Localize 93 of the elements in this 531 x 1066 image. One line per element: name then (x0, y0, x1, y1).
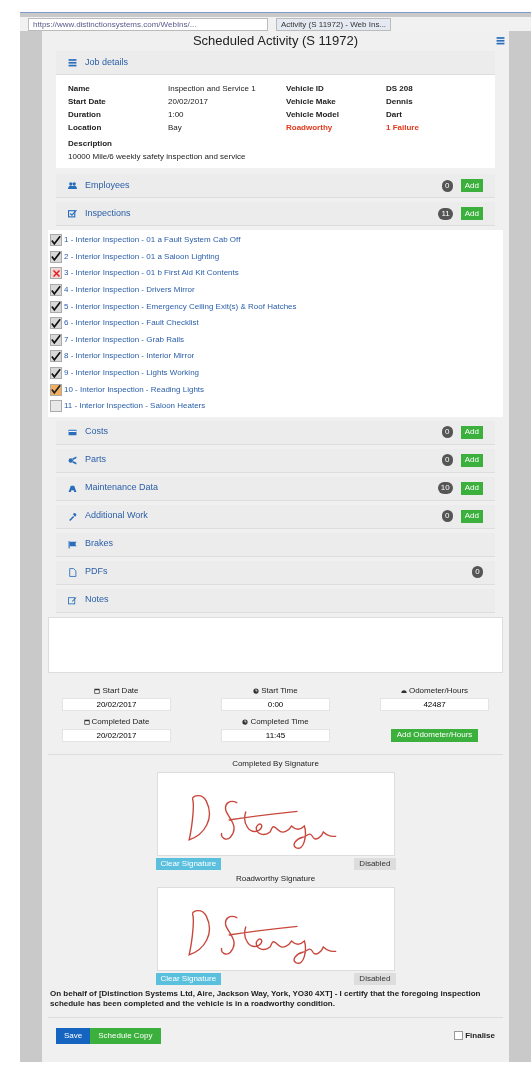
edit-icon (68, 595, 77, 605)
status-checkbox[interactable] (50, 250, 62, 263)
address-bar[interactable]: https://www.distinctionsystems.com/WebIns/... (28, 17, 268, 31)
field-value: 1 Failure (386, 122, 420, 134)
menu-icon (496, 36, 505, 45)
count-badge: 11 (438, 207, 453, 220)
field-label: Name (68, 83, 91, 95)
wrench-icon (68, 511, 77, 521)
field-value: 20/02/2017 (168, 96, 210, 108)
section-heading[interactable]: Costs (85, 425, 434, 439)
time-field[interactable]: 0:00 (221, 697, 330, 711)
field-value: Dennis (386, 96, 414, 108)
count-badge: 0 (472, 566, 483, 579)
signature-pad[interactable] (156, 886, 395, 971)
field-label: Completed Time (250, 715, 309, 728)
count-badge: 0 (441, 510, 453, 523)
count-badge: 10 (437, 482, 453, 495)
status-checkbox[interactable] (50, 300, 62, 313)
time-field[interactable]: 20/02/2017 (62, 728, 171, 742)
status-checkbox[interactable] (50, 317, 62, 330)
section-heading[interactable]: Employees (85, 178, 434, 193)
list-icon (68, 58, 77, 67)
field-value: DS 208 (386, 83, 414, 95)
clock-icon (242, 718, 249, 725)
field-value: Inspection and Service 1 (168, 83, 257, 95)
signature-label: Completed By Signature (232, 757, 319, 770)
users-icon (68, 181, 77, 190)
status-checkbox[interactable] (50, 267, 62, 280)
inspection-link[interactable]: 8 - Interior Inspection - Interior Mirror (64, 350, 195, 363)
field-label: Start Date (68, 96, 107, 108)
field-label: Vehicle ID (286, 83, 325, 95)
status-checkbox[interactable] (50, 400, 62, 413)
inspection-link[interactable]: 4 - Interior Inspection - Drivers Mirror (64, 284, 195, 297)
status-checkbox[interactable] (50, 367, 62, 380)
count-badge: 0 (441, 179, 453, 192)
inspection-link[interactable]: 9 - Interior Inspection - Lights Working (64, 367, 200, 380)
field-label: Vehicle Make (286, 96, 337, 108)
status-checkbox[interactable] (50, 350, 62, 363)
field-label: Location (68, 122, 103, 134)
inspection-link[interactable]: 10 - Interior Inspection - Reading Lights (64, 383, 205, 396)
section-heading[interactable]: Maintenance Data (85, 481, 430, 495)
inspection-link[interactable]: 7 - Interior Inspection - Grab Rails (64, 333, 185, 346)
clock-icon (253, 687, 260, 694)
time-field[interactable]: 42487 (380, 697, 489, 711)
status-checkbox[interactable] (50, 383, 62, 396)
calendar-icon (94, 687, 101, 694)
field-label: Description (68, 138, 113, 150)
status-checkbox[interactable] (50, 333, 62, 346)
browser-tab[interactable]: Activity (S 11972) - Web Ins... (276, 17, 392, 31)
time-field[interactable]: 11:45 (221, 728, 330, 742)
field-value: Bay (168, 122, 183, 134)
action-button[interactable]: Save (56, 1027, 91, 1044)
signature-pad[interactable] (156, 771, 395, 856)
field-label: Completed Date (91, 715, 150, 728)
count-badge: 0 (441, 426, 453, 439)
gauge-icon (400, 687, 407, 694)
checkbox-icon (68, 209, 77, 218)
inspection-link[interactable]: 3 - Interior Inspection - 01 b First Aid Kit Contents (64, 267, 239, 280)
finalise-checkbox[interactable] (454, 1031, 464, 1041)
field-label: Start Date (102, 684, 139, 697)
field-value: Dart (386, 109, 403, 121)
section-heading[interactable]: PDFs (85, 565, 464, 579)
inspection-link[interactable]: 6 - Interior Inspection - Fault Checklist (64, 317, 199, 330)
finalise-label: Finalise (465, 1029, 495, 1042)
status-checkbox[interactable] (50, 284, 62, 297)
file-icon (68, 567, 77, 577)
inspection-link[interactable]: 11 - Interior Inspection - Saloon Heaters (64, 400, 206, 413)
flag-icon (68, 539, 77, 549)
section-heading[interactable]: Parts (85, 453, 434, 467)
status-label: Disabled (354, 972, 396, 985)
field-label: Duration (68, 109, 102, 121)
status-checkbox[interactable] (50, 234, 62, 247)
inspection-link[interactable]: 2 - Interior Inspection - 01 a Saloon Lighting (64, 250, 220, 263)
section-heading[interactable]: Inspections (85, 206, 431, 221)
count-badge: 0 (441, 454, 453, 467)
calendar-icon (83, 718, 90, 725)
certification-text: On behalf of [Distinction Systems Ltd, Aire, Jackson Way, York, YO30 4XT] - I certify that the foregoing inspection schedule has been completed and the vehicle is in a roadworthy condition. (49, 988, 482, 1009)
field-value: 1:00 (168, 109, 185, 121)
menu-button[interactable] (496, 36, 505, 45)
notes-field[interactable] (48, 616, 503, 673)
inspection-link[interactable]: 1 - Interior Inspection - 01 a Fault System Cab Off (64, 234, 241, 247)
card-icon (68, 427, 77, 437)
status-label: Disabled (354, 857, 396, 870)
field-label: Vehicle Model (286, 109, 340, 121)
field-label: Start Time (261, 684, 298, 697)
field-label: Roadworthy (286, 122, 334, 134)
inspection-link[interactable]: 5 - Interior Inspection - Emergency Ceiling Exit(s) & Roof Hatches (64, 300, 297, 313)
field-label: Odometer/Hours (408, 684, 469, 697)
page-title: Scheduled Activity (S 11972) (192, 32, 359, 51)
section-heading[interactable]: Additional Work (85, 509, 434, 523)
signature-label: Roadworthy Signature (235, 872, 316, 885)
description-text: 10000 Mile/6 weekly safety inspection and service (68, 151, 247, 163)
time-field[interactable]: 20/02/2017 (62, 697, 171, 711)
